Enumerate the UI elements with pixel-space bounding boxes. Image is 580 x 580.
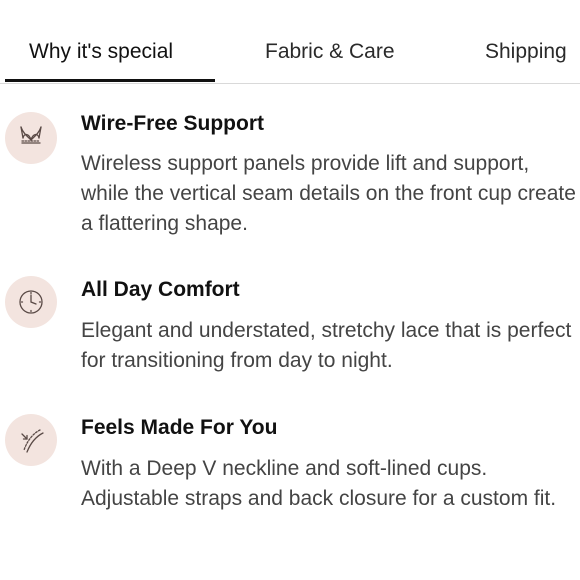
measuring-tape-icon — [5, 414, 57, 466]
feature-title: Feels Made For You — [81, 416, 278, 439]
clock-icon — [5, 276, 57, 328]
bra-icon — [5, 112, 57, 164]
feature-title: Wire-Free Support — [81, 112, 264, 135]
tab-why-its-special[interactable]: Why it's special — [29, 38, 173, 66]
tab-bar: Why it's special Fabric & Care Shipping — [0, 0, 580, 84]
active-tab-indicator — [5, 79, 215, 82]
feature-description: Wireless support panels provide lift and… — [81, 152, 576, 235]
tab-shipping[interactable]: Shipping — [485, 38, 567, 66]
tab-fabric-and-care[interactable]: Fabric & Care — [265, 38, 395, 66]
feature-title: All Day Comfort — [81, 278, 240, 301]
feature-description: With a Deep V neckline and soft-lined cu… — [81, 457, 557, 510]
feature-description: Elegant and understated, stretchy lace t… — [81, 319, 572, 372]
